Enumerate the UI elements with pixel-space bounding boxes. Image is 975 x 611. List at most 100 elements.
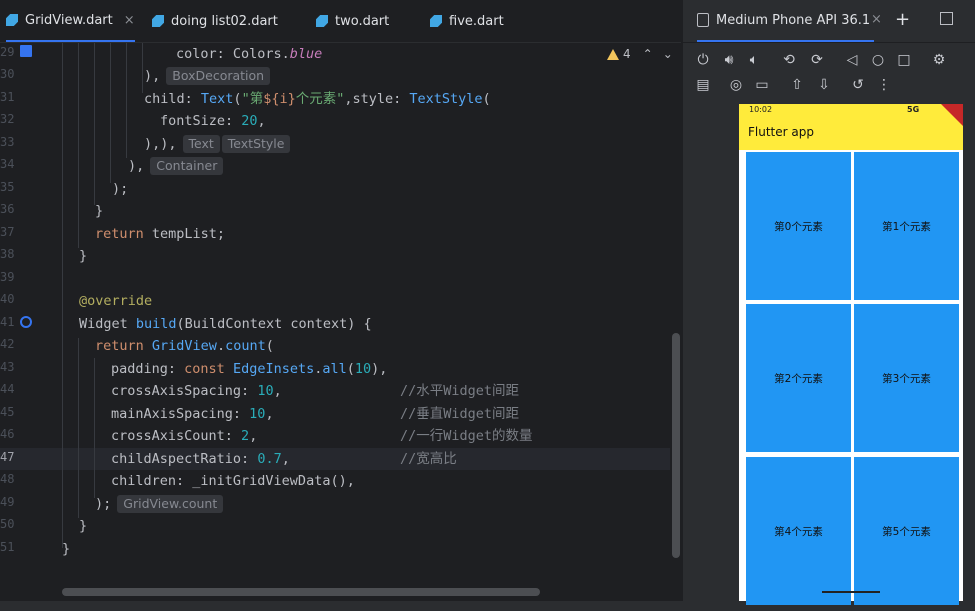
gesture-bar[interactable] bbox=[822, 591, 880, 593]
code-token: 10 bbox=[249, 406, 266, 422]
dart-file-icon bbox=[430, 15, 442, 27]
grid-item[interactable]: 第2个元素 bbox=[746, 304, 851, 452]
tab-five-dart[interactable]: five.dart bbox=[430, 0, 504, 42]
color-swatch-icon[interactable] bbox=[20, 45, 32, 57]
code-token: "第 bbox=[241, 91, 264, 107]
status-signal: 5G bbox=[907, 105, 920, 114]
grid-item-label: 第4个元素 bbox=[774, 525, 823, 538]
code-comment: //一行Widget的数量 bbox=[400, 428, 533, 444]
grid-item[interactable]: 第4个元素 bbox=[746, 457, 851, 605]
chevron-down-icon[interactable]: ⌄ bbox=[663, 47, 673, 61]
horizontal-scrollbar[interactable] bbox=[62, 588, 540, 596]
code-token: mainAxisSpacing: bbox=[111, 406, 250, 422]
tab-two-dart[interactable]: two.dart bbox=[316, 0, 389, 42]
grid-item-label: 第3个元素 bbox=[882, 372, 931, 385]
grid-item-label: 第5个元素 bbox=[882, 525, 931, 538]
code-comment: //垂直Widget间距 bbox=[400, 406, 520, 422]
line-number: 38 bbox=[0, 247, 15, 261]
line-number: 42 bbox=[0, 337, 15, 351]
power-icon[interactable]: ⏻ bbox=[694, 51, 712, 69]
close-device-tab-icon[interactable]: × bbox=[871, 12, 882, 27]
code-token: Text bbox=[200, 91, 234, 107]
detach-window-icon[interactable] bbox=[940, 12, 953, 25]
volume-up-icon[interactable]: 🔊︎ bbox=[720, 51, 738, 69]
code-token: ); bbox=[95, 496, 112, 512]
code-comment: //水平Widget间距 bbox=[400, 383, 520, 399]
warnings-indicator[interactable]: 4 ⌃ ⌄ bbox=[607, 47, 673, 61]
code-token: all bbox=[322, 361, 347, 377]
code-editor[interactable]: 4 ⌃ ⌄ 29 30 31 32 33 34 35 36 37 38 39 4… bbox=[0, 43, 681, 601]
volume-down-icon[interactable]: 🔈︎ bbox=[745, 51, 763, 69]
status-time: 10:02 bbox=[749, 105, 773, 114]
code-token: crossAxisSpacing: bbox=[111, 383, 258, 399]
inlay-hint-textstyle: TextStyle bbox=[221, 135, 291, 153]
grid-item[interactable]: 第5个元素 bbox=[854, 457, 959, 605]
line-number: 32 bbox=[0, 112, 15, 126]
code-token: 20 bbox=[241, 113, 258, 129]
code-token: @override bbox=[79, 293, 153, 309]
grid-item[interactable]: 第3个元素 bbox=[854, 304, 959, 452]
inlay-hint-gridview-count: GridView.count bbox=[117, 495, 224, 513]
record-icon[interactable]: ▭ bbox=[753, 76, 771, 94]
home-icon[interactable]: ○ bbox=[869, 51, 887, 69]
code-token: } bbox=[79, 518, 88, 534]
rotate-right-icon[interactable]: ⟳ bbox=[808, 51, 826, 69]
code-line-47: childAspectRatio: 0.7, bbox=[111, 448, 290, 470]
device-tab-bar: Medium Phone API 36.1 × + bbox=[683, 0, 975, 43]
code-token: ); bbox=[112, 181, 129, 197]
close-tab-icon[interactable]: × bbox=[124, 13, 135, 28]
indent-guide bbox=[126, 43, 127, 158]
line-number: 44 bbox=[0, 382, 15, 396]
line-number-current: 47 bbox=[0, 450, 15, 464]
app-title: Flutter app bbox=[748, 125, 814, 139]
grid-view[interactable]: 第0个元素 第1个元素 第2个元素 第3个元素 第4个元素 第5个元素 bbox=[739, 150, 963, 605]
back-icon[interactable]: ◁ bbox=[843, 51, 861, 69]
code-token: GridView bbox=[151, 338, 217, 354]
reset-icon[interactable]: ↺ bbox=[849, 76, 867, 94]
tab-gridview-dart[interactable]: GridView.dart × bbox=[6, 0, 135, 42]
line-number: 43 bbox=[0, 360, 15, 374]
code-token: blue bbox=[289, 46, 323, 62]
add-device-icon[interactable]: + bbox=[895, 9, 910, 30]
code-token: 10 bbox=[354, 361, 372, 377]
override-marker-icon[interactable] bbox=[20, 316, 32, 328]
code-line-45: mainAxisSpacing: 10, bbox=[111, 403, 274, 425]
line-number: 45 bbox=[0, 405, 15, 419]
upload-icon[interactable]: ⇧ bbox=[788, 76, 806, 94]
vertical-scrollbar[interactable] bbox=[672, 333, 680, 558]
rotate-left-icon[interactable]: ⟲ bbox=[780, 51, 798, 69]
indent-guide bbox=[78, 338, 79, 518]
line-number: 41 bbox=[0, 315, 15, 329]
code-line-30: ), BoxDecoration bbox=[144, 65, 271, 87]
tab-doing-list02-dart[interactable]: doing list02.dart bbox=[152, 0, 278, 42]
code-token: , bbox=[249, 428, 258, 444]
emulator-screen[interactable]: 10:02 5G Flutter app 第0个元素 第1个元素 第2个元素 第… bbox=[739, 104, 963, 605]
code-token: TextStyle bbox=[409, 91, 483, 107]
download-icon[interactable]: ⇩ bbox=[815, 76, 833, 94]
code-comment: //宽高比 bbox=[400, 451, 457, 467]
line-number: 34 bbox=[0, 157, 15, 171]
device-tab[interactable]: Medium Phone API 36.1 bbox=[697, 0, 875, 42]
code-token: , bbox=[257, 113, 266, 129]
line-number: 37 bbox=[0, 225, 15, 239]
more-icon[interactable]: ⋮ bbox=[875, 76, 893, 94]
code-token: , bbox=[265, 406, 274, 422]
line-number: 36 bbox=[0, 202, 15, 216]
code-line-46: crossAxisCount: 2, bbox=[111, 425, 257, 447]
grid-item[interactable]: 第1个元素 bbox=[854, 152, 959, 300]
camera-icon[interactable]: ◎ bbox=[727, 76, 745, 94]
code-line-29: color: Colors.blue bbox=[176, 43, 322, 65]
code-line-44: crossAxisSpacing: 10, bbox=[111, 380, 282, 402]
grid-item[interactable]: 第0个元素 bbox=[746, 152, 851, 300]
code-line-40: @override bbox=[79, 290, 152, 312]
overview-icon[interactable]: □ bbox=[895, 51, 913, 69]
line-number: 51 bbox=[0, 540, 15, 554]
grid-item-label: 第2个元素 bbox=[774, 372, 823, 385]
chevron-up-icon[interactable]: ⌃ bbox=[643, 47, 653, 61]
code-line-31: child: Text("第${i}个元素",style: TextStyle( bbox=[144, 88, 491, 110]
snapshot-settings-icon[interactable]: ⚙ bbox=[930, 51, 948, 69]
code-token: color: Colors. bbox=[176, 46, 290, 62]
display-settings-icon[interactable]: ▤ bbox=[694, 76, 712, 94]
code-token: , bbox=[273, 383, 282, 399]
code-token: ( bbox=[233, 91, 242, 107]
